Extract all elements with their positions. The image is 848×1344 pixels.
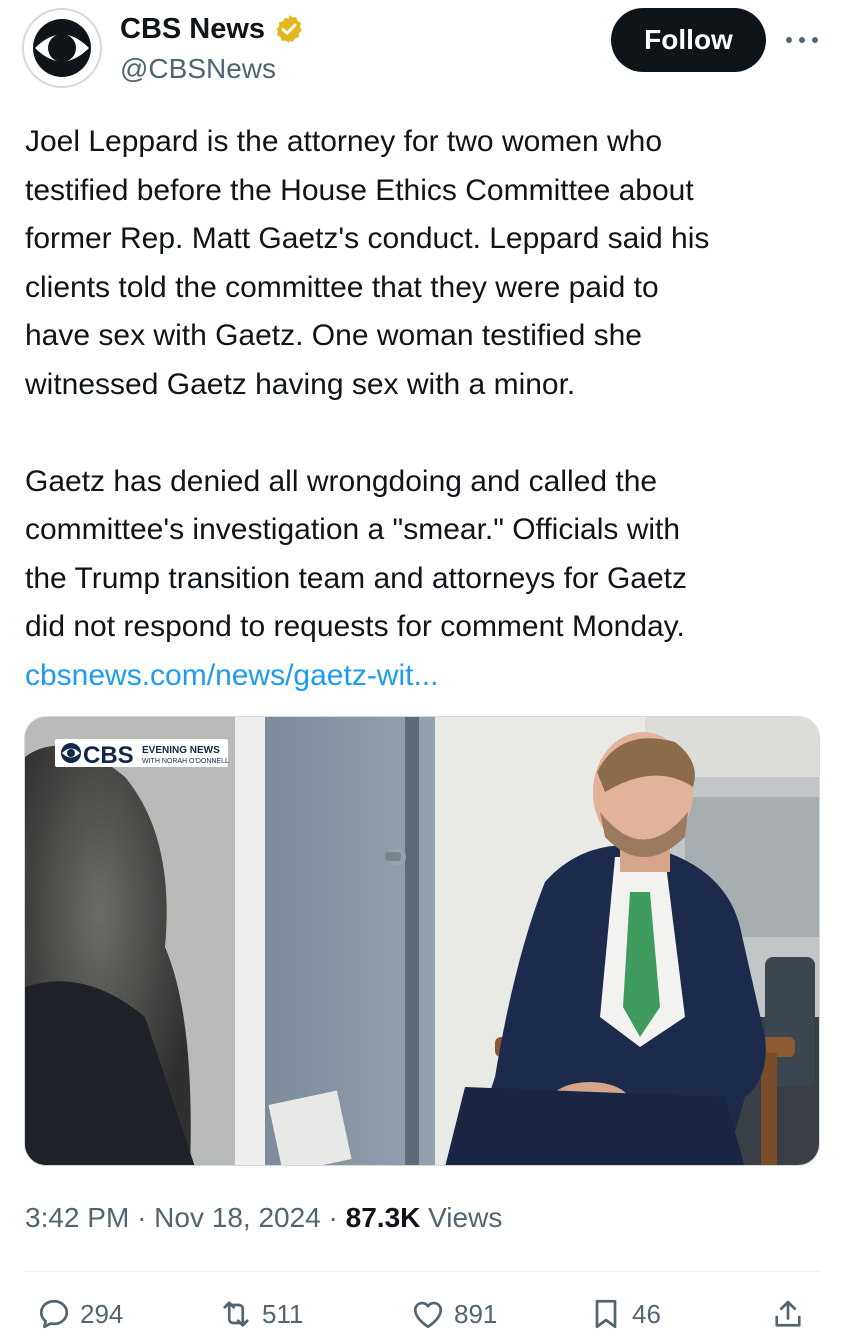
avatar[interactable]	[22, 8, 102, 88]
tweet-line: committee's investigation a "smear." Off…	[25, 513, 681, 546]
repost-button[interactable]: 511	[218, 1296, 303, 1332]
verified-badge-icon	[276, 15, 302, 43]
tweet-line: Gaetz has denied all wrongdoing and call…	[25, 464, 658, 498]
meta-separator: ·	[328, 1202, 338, 1233]
tweet-line: testified before the House Ethics Commit…	[25, 173, 694, 207]
follow-button[interactable]: Follow	[611, 8, 766, 72]
tweet-line: witnessed Gaetz having sex with a minor.	[25, 367, 576, 401]
interview-scene-image: CBS EVENING NEWS WITH NORAH O'DONNELL	[25, 717, 819, 1165]
reply-count: 294	[80, 1298, 124, 1329]
cbs-eye-logo-icon	[33, 19, 91, 77]
like-count: 891	[454, 1298, 498, 1329]
reply-button[interactable]: 294	[36, 1296, 123, 1332]
views-count: 87.3K	[345, 1202, 421, 1233]
author-display-name[interactable]: CBS News	[120, 12, 265, 46]
divider	[24, 1271, 820, 1272]
tweet-text: Joel Leppard is the attorney for two wom…	[25, 118, 830, 700]
tweet-date[interactable]: Nov 18, 2024	[154, 1202, 321, 1233]
repost-icon	[223, 1301, 249, 1327]
bookmark-icon	[595, 1299, 617, 1329]
more-dots-icon	[786, 37, 818, 43]
bookmark-count: 46	[632, 1298, 661, 1329]
tweet-meta: 3:42 PM · Nov 18, 2024 · 87.3K Views	[25, 1200, 502, 1236]
tweet-time[interactable]: 3:42 PM	[25, 1202, 129, 1233]
tweet-line: former Rep. Matt Gaetz's conduct. Leppar…	[25, 222, 710, 255]
meta-separator: ·	[137, 1202, 147, 1233]
video-thumbnail[interactable]: CBS EVENING NEWS WITH NORAH O'DONNELL	[24, 716, 820, 1166]
repost-count: 511	[262, 1298, 304, 1329]
tweet-line: have sex with Gaetz. One woman testified…	[25, 319, 642, 352]
like-button[interactable]: 891	[410, 1296, 497, 1332]
overlay-line2: WITH NORAH O'DONNELL	[142, 758, 229, 765]
tweet-line: clients told the committee that they wer…	[25, 270, 659, 304]
share-icon	[775, 1300, 801, 1327]
more-options-button[interactable]	[782, 22, 822, 58]
tweet-line: Joel Leppard is the attorney for two wom…	[25, 125, 663, 158]
share-button[interactable]	[770, 1296, 806, 1332]
views-label: Views	[428, 1202, 503, 1233]
overlay-line1: EVENING NEWS	[142, 745, 220, 756]
article-link[interactable]: cbsnews.com/news/gaetz-wit...	[25, 659, 438, 692]
author-name-row[interactable]: CBS News	[120, 12, 305, 46]
overlay-brand: CBS	[83, 742, 134, 769]
tweet-line: the Trump transition team and attorneys …	[25, 561, 687, 595]
reply-icon	[39, 1299, 69, 1329]
tweet-line: did not respond to requests for comment …	[25, 610, 685, 643]
bookmark-button[interactable]: 46	[588, 1296, 661, 1332]
heart-icon	[413, 1301, 443, 1329]
author-handle[interactable]: @CBSNews	[120, 52, 276, 86]
